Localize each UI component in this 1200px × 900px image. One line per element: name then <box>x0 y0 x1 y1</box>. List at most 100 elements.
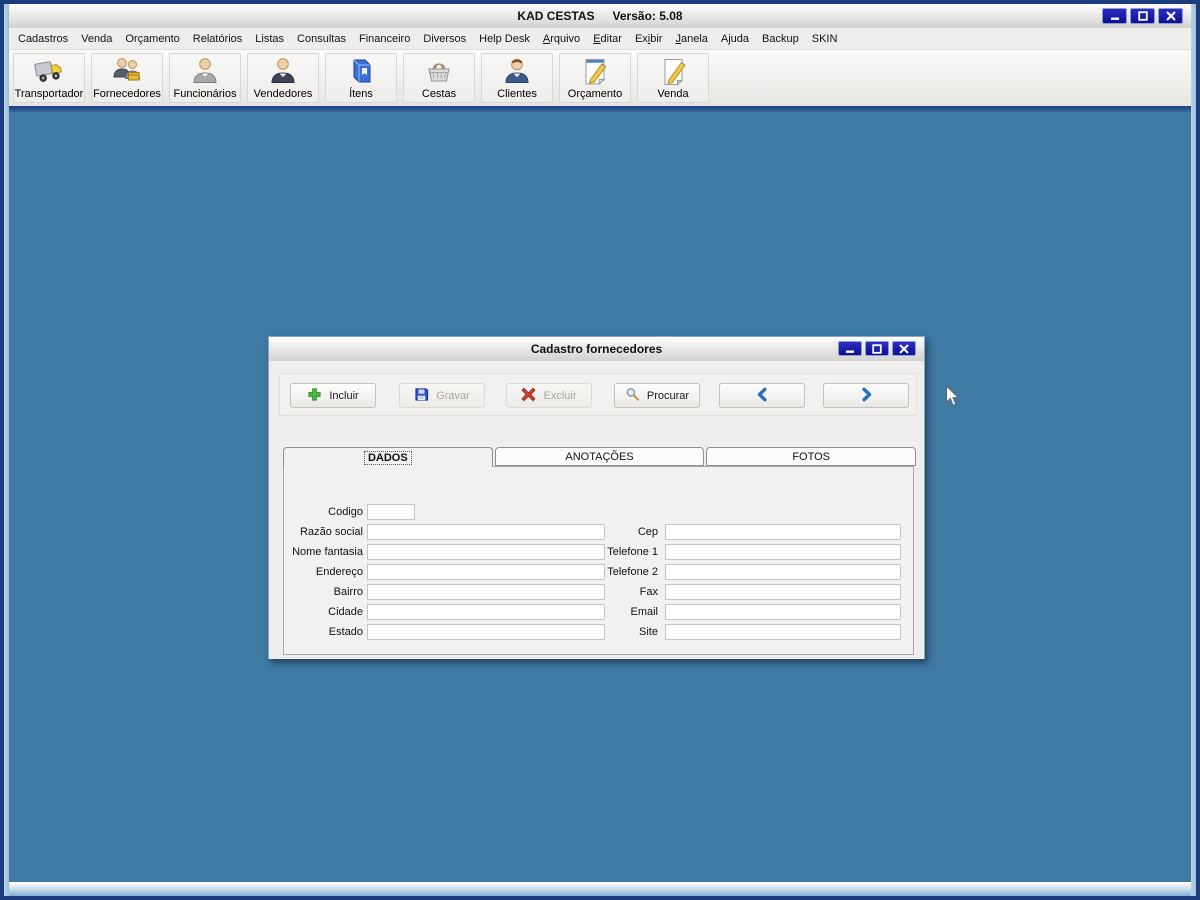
window-bottom-edge <box>9 882 1191 896</box>
toolbar-button-label: Funcionários <box>173 88 237 100</box>
menu-item-arquivo[interactable]: Arquivo <box>543 33 580 45</box>
field-label-nome-fantasia: Nome fantasia <box>292 545 363 558</box>
toolbar-button-funcionarios[interactable]: Funcionários <box>169 53 241 103</box>
menu-item-listas[interactable]: Listas <box>255 33 284 45</box>
toolbar-button-label: Cestas <box>421 88 457 100</box>
field-email-input[interactable] <box>665 603 901 620</box>
app-title: KAD CESTAS <box>517 9 595 23</box>
menubar: Cadastros Venda Orçamento Relatórios Listas C… <box>9 28 1191 50</box>
dialog-cadastro-fornecedores: Cadastro fornecedores Incluir Gravar Exclu… <box>268 336 925 659</box>
toolbar-button-label: Orçamento <box>567 88 623 100</box>
field-site-input[interactable] <box>665 623 901 640</box>
menu-item-orcamento[interactable]: Orçamento <box>125 33 179 45</box>
toolbar-button-fornecedores[interactable]: Fornecedores <box>91 53 163 103</box>
menu-item-ajuda[interactable]: Ajuda <box>721 33 749 45</box>
tab-dados[interactable]: DADOS <box>283 447 493 467</box>
action-button-label: Procurar <box>646 389 690 402</box>
dialog-client-area: Incluir Gravar Excluir Procurar DADOS ANOTAÇ… <box>269 361 924 659</box>
field-cidade-input[interactable] <box>367 603 605 620</box>
toolbar-button-transportador[interactable]: Transportador <box>13 53 85 103</box>
application-window: KAD CESTAS Versão: 5.08 Cadastros Venda Or… <box>0 0 1200 900</box>
menu-item-consultas[interactable]: Consultas <box>297 33 346 45</box>
form-row-bairro: Bairro <box>288 583 605 600</box>
field-label-email: Email <box>630 605 658 618</box>
toolbar-button-label: Vendedores <box>253 88 313 100</box>
field-razao-social-input[interactable] <box>367 523 605 540</box>
form-row-codigo: Codigo <box>288 503 415 520</box>
toolbar-button-label: Fornecedores <box>93 88 161 100</box>
minimize-icon <box>846 350 854 353</box>
field-label-site: Site <box>639 625 658 638</box>
app-version: Versão: 5.08 <box>612 9 683 23</box>
menu-item-skin[interactable]: SKIN <box>812 33 838 45</box>
window-minimize-button[interactable] <box>1102 8 1127 24</box>
dialog-minimize-button[interactable] <box>838 341 862 356</box>
toolbar-button-itens[interactable]: Ítens <box>325 53 397 103</box>
form-row-email: Email <box>593 603 901 620</box>
menu-item-cadastros[interactable]: Cadastros <box>18 33 68 45</box>
chevron-right-icon <box>859 387 874 405</box>
menu-item-exibir[interactable]: Exibir <box>635 33 663 45</box>
window-maximize-button[interactable] <box>1130 8 1155 24</box>
window-right-edge <box>1191 4 1196 896</box>
field-telefone-2-input[interactable] <box>665 563 901 580</box>
form-row-telefone-2: Telefone 2 <box>593 563 901 580</box>
dialog-titlebar: Cadastro fornecedores <box>269 337 924 361</box>
dialog-close-button[interactable] <box>892 341 916 356</box>
previous-record-button[interactable] <box>719 383 805 408</box>
item-box-icon <box>345 55 377 87</box>
field-fax-input[interactable] <box>665 583 901 600</box>
titlebar: KAD CESTAS Versão: 5.08 <box>9 4 1191 28</box>
field-endereco-input[interactable] <box>367 563 605 580</box>
field-label-telefone-2: Telefone 2 <box>607 565 658 578</box>
toolbar-button-vendedores[interactable]: Vendedores <box>247 53 319 103</box>
field-codigo-input[interactable] <box>367 503 415 520</box>
field-cep-input[interactable] <box>665 523 901 540</box>
menu-item-backup[interactable]: Backup <box>762 33 799 45</box>
window-close-button[interactable] <box>1158 8 1183 24</box>
menu-item-help-desk[interactable]: Help Desk <box>479 33 530 45</box>
field-bairro-input[interactable] <box>367 583 605 600</box>
form-row-telefone-1: Telefone 1 <box>593 543 901 560</box>
procurar-button[interactable]: Procurar <box>614 383 700 408</box>
menu-item-diversos[interactable]: Diversos <box>423 33 466 45</box>
dialog-maximize-button[interactable] <box>865 341 889 356</box>
seller-person-icon <box>267 55 299 87</box>
field-label-razao-social: Razão social <box>300 525 363 538</box>
menu-item-financeiro[interactable]: Financeiro <box>359 33 410 45</box>
field-nome-fantasia-input[interactable] <box>367 543 605 560</box>
window-controls <box>1102 8 1183 24</box>
menu-item-venda[interactable]: Venda <box>81 33 112 45</box>
menu-item-janela[interactable]: Janela <box>675 33 707 45</box>
field-telefone-1-input[interactable] <box>665 543 901 560</box>
maximize-icon <box>1137 11 1148 21</box>
field-label-bairro: Bairro <box>333 585 363 598</box>
incluir-button[interactable]: Incluir <box>290 383 376 408</box>
form-row-fax: Fax <box>593 583 901 600</box>
menu-item-relatorios[interactable]: Relatórios <box>193 33 243 45</box>
employee-person-icon <box>189 55 221 87</box>
form-row-site: Site <box>593 623 901 640</box>
chevron-left-icon <box>755 387 770 405</box>
tab-fotos[interactable]: FOTOS <box>706 447 917 466</box>
field-estado-input[interactable] <box>367 623 605 640</box>
toolbar-button-cestas[interactable]: Cestas <box>403 53 475 103</box>
tab-panel-dados: Codigo Razão social Nome fantasia Endereço B… <box>283 466 914 655</box>
basket-icon <box>423 55 455 87</box>
save-floppy-icon <box>414 387 429 405</box>
menu-item-editar[interactable]: Editar <box>593 33 622 45</box>
action-button-label: Excluir <box>543 389 577 402</box>
toolbar: Transportador Fornecedores Funcionários Ven… <box>9 50 1191 106</box>
tab-anotacoes[interactable]: ANOTAÇÕES <box>494 447 705 466</box>
search-magnifier-icon <box>625 387 640 405</box>
excluir-button: Excluir <box>506 383 592 408</box>
toolbar-button-venda[interactable]: Venda <box>637 53 709 103</box>
tabstrip: DADOS ANOTAÇÕES FOTOS <box>283 447 917 467</box>
close-icon <box>1166 11 1175 21</box>
form-row-nome-fantasia: Nome fantasia <box>288 543 605 560</box>
toolbar-button-clientes[interactable]: Clientes <box>481 53 553 103</box>
gravar-button: Gravar <box>399 383 485 408</box>
field-label-estado: Estado <box>328 625 363 638</box>
next-record-button[interactable] <box>823 383 909 408</box>
toolbar-button-orcamento[interactable]: Orçamento <box>559 53 631 103</box>
